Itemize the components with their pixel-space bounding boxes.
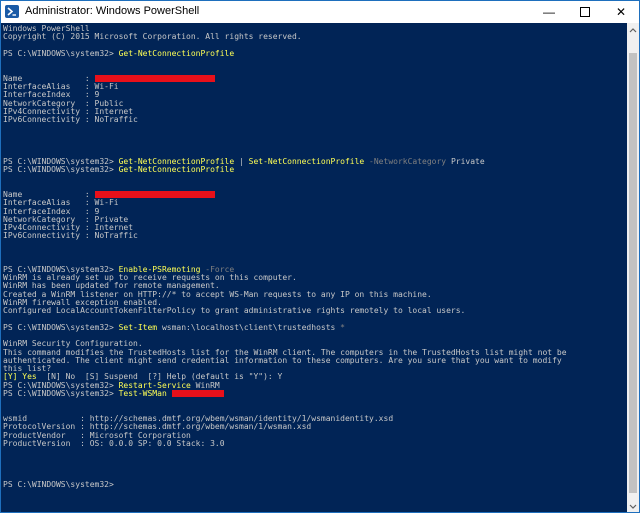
title-bar[interactable]: Administrator: Windows PowerShell — ✕ — [1, 1, 639, 23]
console-text: IPv6Connectivity : NoTraffic — [3, 231, 138, 241]
console-text: PS C:\WINDOWS\system32> — [3, 48, 119, 58]
console-text-area[interactable]: Windows PowerShell Copyright (C) 2015 Mic… — [3, 24, 567, 490]
console-line: PS C:\WINDOWS\system32> Get-NetConnectio… — [3, 48, 567, 58]
console-line: ProductVersion : OS: 0.0.0 SP: 0.0 Stack… — [3, 438, 567, 448]
window-title: Administrator: Windows PowerShell — [25, 5, 200, 17]
console-line: PS C:\WINDOWS\system32> — [3, 481, 567, 489]
console-text: Get-NetConnectionProfile — [118, 48, 235, 58]
powershell-window: Administrator: Windows PowerShell — ✕ Wi… — [0, 0, 640, 513]
console-text: -NetworkCategory — [364, 156, 447, 166]
console-text: PS C:\WINDOWS\system32> — [3, 165, 119, 175]
maximize-icon — [580, 7, 590, 17]
scroll-down-button[interactable] — [627, 500, 639, 512]
console-line: IPv6Connectivity : NoTraffic — [3, 232, 567, 240]
console-line: PS C:\WINDOWS\system32> Get-NetConnectio… — [3, 165, 567, 175]
scroll-up-button[interactable] — [627, 23, 639, 35]
close-icon: ✕ — [615, 5, 627, 19]
console-output[interactable]: Windows PowerShell Copyright (C) 2015 Mic… — [1, 23, 627, 512]
minimize-button[interactable]: — — [531, 1, 567, 23]
console-text: Set-NetConnectionProfile — [248, 156, 365, 166]
console-text: PS C:\WINDOWS\system32> — [3, 389, 119, 399]
console-line: PS C:\WINDOWS\system32> Set-Item wsman:\… — [3, 322, 567, 332]
console-text: authenticated. The client might send cre… — [3, 355, 562, 365]
powershell-app-icon[interactable] — [5, 5, 19, 18]
chevron-up-icon — [629, 28, 637, 33]
console-line: authenticated. The client might send cre… — [3, 355, 567, 365]
minimize-icon: — — [543, 5, 555, 19]
redacted-value — [94, 74, 215, 82]
console-text: Copyright (C) 2015 Microsoft Corporation… — [3, 32, 302, 42]
console-text: Private — [446, 156, 485, 166]
vertical-scrollbar[interactable] — [627, 23, 639, 512]
console-text: WinRM — [190, 380, 220, 390]
console-text: ProductVersion : OS: 0.0.0 SP: 0.0 Stack… — [3, 438, 225, 448]
console-text: Configured LocalAccountTokenFilterPolicy… — [3, 306, 466, 316]
console-text: wsman:\localhost\client\trustedhosts — [157, 322, 341, 332]
redacted-value — [171, 390, 224, 398]
console-line: IPv6Connectivity : NoTraffic — [3, 116, 567, 124]
console-line: Configured LocalAccountTokenFilterPolicy… — [3, 306, 567, 316]
console-text: * — [340, 322, 345, 332]
console-text: IPv6Connectivity : NoTraffic — [3, 115, 138, 125]
chevron-down-icon — [629, 504, 637, 509]
console-line: Copyright (C) 2015 Microsoft Corporation… — [3, 33, 567, 41]
close-button[interactable]: ✕ — [603, 1, 639, 23]
scrollbar-thumb[interactable] — [629, 53, 637, 493]
console-text: PS C:\WINDOWS\system32> — [3, 480, 119, 490]
console-text: PS C:\WINDOWS\system32> — [3, 322, 119, 332]
console-text: | — [234, 156, 249, 166]
console-text: Set-Item — [118, 322, 158, 332]
console-text: Test-WSMan — [118, 389, 167, 399]
redacted-value — [94, 190, 215, 198]
maximize-button[interactable] — [567, 1, 603, 23]
console-line: PS C:\WINDOWS\system32> Test-WSMan — [3, 389, 567, 399]
console-text: Get-NetConnectionProfile — [118, 165, 235, 175]
